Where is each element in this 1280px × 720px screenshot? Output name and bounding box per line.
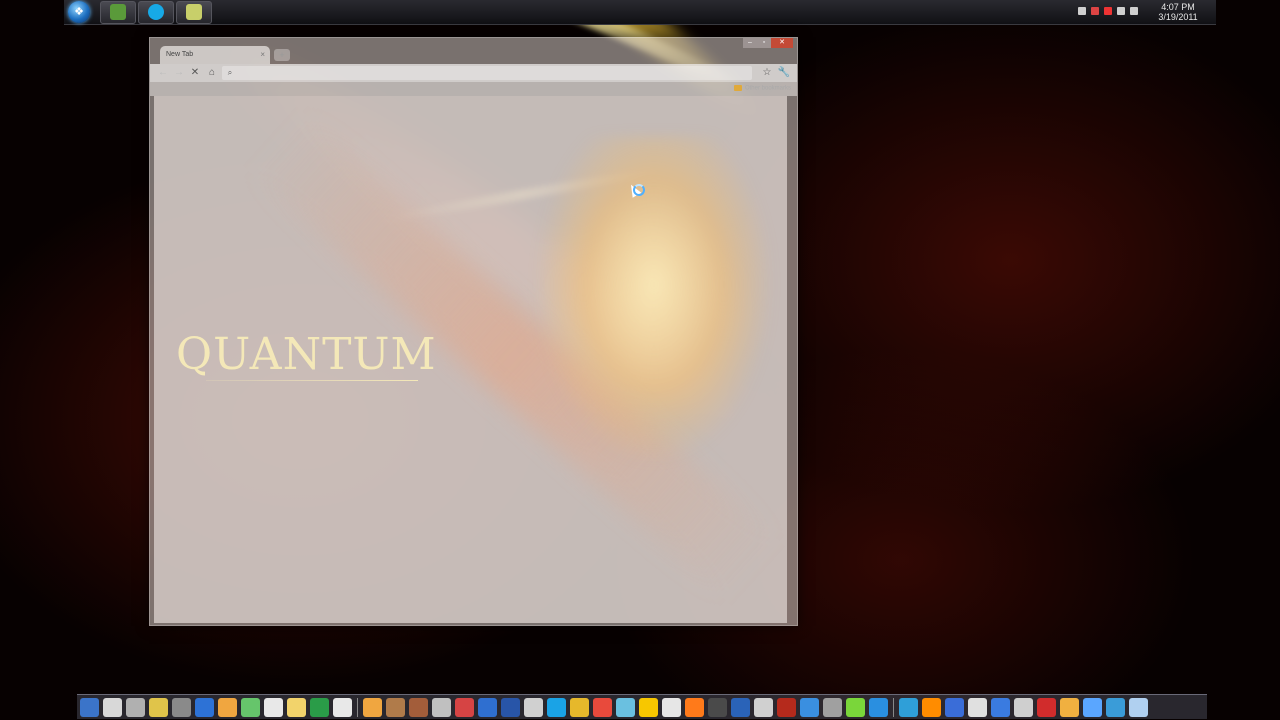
- minimize-button[interactable]: –: [743, 38, 757, 48]
- new-tab-button[interactable]: +: [274, 49, 290, 61]
- home-icon[interactable]: ⌂: [205, 66, 219, 80]
- dock-app-icon[interactable]: [432, 697, 451, 717]
- dock-app-icon[interactable]: [1106, 697, 1125, 717]
- dock-app-icon[interactable]: [685, 697, 704, 717]
- dock-app-icon[interactable]: [593, 697, 612, 717]
- dock-app-icon[interactable]: [363, 697, 382, 717]
- dock-app-icon[interactable]: [968, 697, 987, 717]
- dock-app-icon[interactable]: [218, 697, 237, 717]
- back-arrow-icon[interactable]: ←: [156, 66, 170, 80]
- dock-app-icon[interactable]: [991, 697, 1010, 717]
- browser-toolbar: ← → ✕ ⌂ ⌕ ☆ 🔧: [150, 64, 797, 82]
- theme-logo-underline: [206, 380, 418, 381]
- stop-icon[interactable]: ✕: [188, 66, 202, 80]
- dock-app-icon[interactable]: [1129, 697, 1148, 717]
- dock-app-icon[interactable]: [777, 697, 796, 717]
- dock-app-icon[interactable]: [731, 697, 750, 717]
- clock[interactable]: 4:07 PM 3/19/2011: [1152, 2, 1204, 22]
- tab-close-icon[interactable]: ×: [260, 50, 265, 59]
- search-icon: ⌕: [227, 68, 233, 77]
- dock-app-icon[interactable]: [869, 697, 888, 717]
- network-icon[interactable]: [1117, 7, 1125, 15]
- dock-app-icon[interactable]: [264, 697, 283, 717]
- taskbar-pin-skype[interactable]: [138, 1, 174, 24]
- tray-icons: [1078, 7, 1148, 17]
- bookmarks-bar: Other bookmarks: [150, 82, 797, 96]
- clock-date: 3/19/2011: [1158, 12, 1198, 22]
- dock-separator: [893, 697, 894, 717]
- dock-app-icon[interactable]: [547, 697, 566, 717]
- dock-app-icon[interactable]: [1014, 697, 1033, 717]
- dock-app-icon[interactable]: [172, 697, 191, 717]
- taskbar-top: ❖ 4:07 PM 3/19/2011: [64, 0, 1216, 25]
- dock-app-icon[interactable]: [1083, 697, 1102, 717]
- monitor-icon: [110, 4, 126, 20]
- dock-app-icon[interactable]: [800, 697, 819, 717]
- theme-glow: [534, 136, 774, 466]
- dock-app-icon[interactable]: [241, 697, 260, 717]
- folder-icon: [733, 85, 742, 91]
- dock-app-icon[interactable]: [501, 697, 520, 717]
- dock-app-icon[interactable]: [1060, 697, 1079, 717]
- dock-app-icon[interactable]: [570, 697, 589, 717]
- dock-app-icon[interactable]: [846, 697, 865, 717]
- skype-icon: [148, 4, 164, 20]
- dock-app-icon[interactable]: [126, 697, 145, 717]
- browser-window: New Tab × + – ▫ ✕ ← → ✕ ⌂ ⌕ ☆ 🔧 Other bo…: [149, 37, 798, 626]
- dock-app-icon[interactable]: [639, 697, 658, 717]
- other-bookmarks[interactable]: Other bookmarks: [733, 85, 791, 92]
- wrench-icon[interactable]: 🔧: [777, 66, 791, 80]
- dock-app-icon[interactable]: [455, 697, 474, 717]
- tab-strip: New Tab × + – ▫ ✕: [150, 38, 797, 64]
- dock-app-icon[interactable]: [409, 697, 428, 717]
- dock-app-icon[interactable]: [478, 697, 497, 717]
- maximize-button[interactable]: ▫: [757, 38, 771, 48]
- dock-app-icon[interactable]: [922, 697, 941, 717]
- dock-app-icon[interactable]: [524, 697, 543, 717]
- dock-app-icon[interactable]: [662, 697, 681, 717]
- sticky-note-icon: [186, 4, 202, 20]
- dock-app-icon[interactable]: [616, 697, 635, 717]
- taskbar-pin-sticky-notes[interactable]: [176, 1, 212, 24]
- dock-app-icon[interactable]: [195, 697, 214, 717]
- tab-label: New Tab: [166, 51, 194, 58]
- dock-app-icon[interactable]: [1037, 697, 1056, 717]
- dock-app-icon[interactable]: [386, 697, 405, 717]
- taskbar-pin-computer[interactable]: [100, 1, 136, 24]
- dock-separator: [357, 697, 358, 717]
- other-bookmarks-label: Other bookmarks: [744, 85, 791, 92]
- theme-logo-text: QUANTUM: [176, 329, 437, 380]
- show-hidden-icon[interactable]: [1078, 7, 1086, 15]
- bottom-dock: [77, 694, 1207, 719]
- tab-new-tab[interactable]: New Tab ×: [160, 46, 270, 64]
- dock-app-icon[interactable]: [103, 697, 122, 717]
- dock-app-icon[interactable]: [754, 697, 773, 717]
- new-tab-page: QUANTUM: [154, 96, 787, 623]
- security-icon[interactable]: [1104, 7, 1112, 15]
- dock-app-icon[interactable]: [80, 697, 99, 717]
- dock-app-icon[interactable]: [708, 697, 727, 717]
- volume-icon[interactable]: [1130, 7, 1138, 15]
- flag-icon[interactable]: [1091, 7, 1099, 15]
- forward-arrow-icon[interactable]: →: [172, 66, 186, 80]
- dock-app-icon[interactable]: [945, 697, 964, 717]
- window-controls: – ▫ ✕: [743, 38, 793, 48]
- windows-orb-icon[interactable]: ❖: [68, 1, 90, 23]
- dock-app-icon[interactable]: [287, 697, 306, 717]
- close-window-button[interactable]: ✕: [771, 38, 793, 48]
- busy-spinner-icon: [633, 184, 645, 196]
- dock-app-icon[interactable]: [823, 697, 842, 717]
- omnibox[interactable]: ⌕: [222, 66, 752, 80]
- dock-app-icon[interactable]: [333, 697, 352, 717]
- dock-app-icon[interactable]: [899, 697, 918, 717]
- dock-app-icon[interactable]: [310, 697, 329, 717]
- dock-app-icon[interactable]: [149, 697, 168, 717]
- bookmark-star-icon[interactable]: ☆: [760, 66, 774, 80]
- clock-time: 4:07 PM: [1161, 2, 1195, 12]
